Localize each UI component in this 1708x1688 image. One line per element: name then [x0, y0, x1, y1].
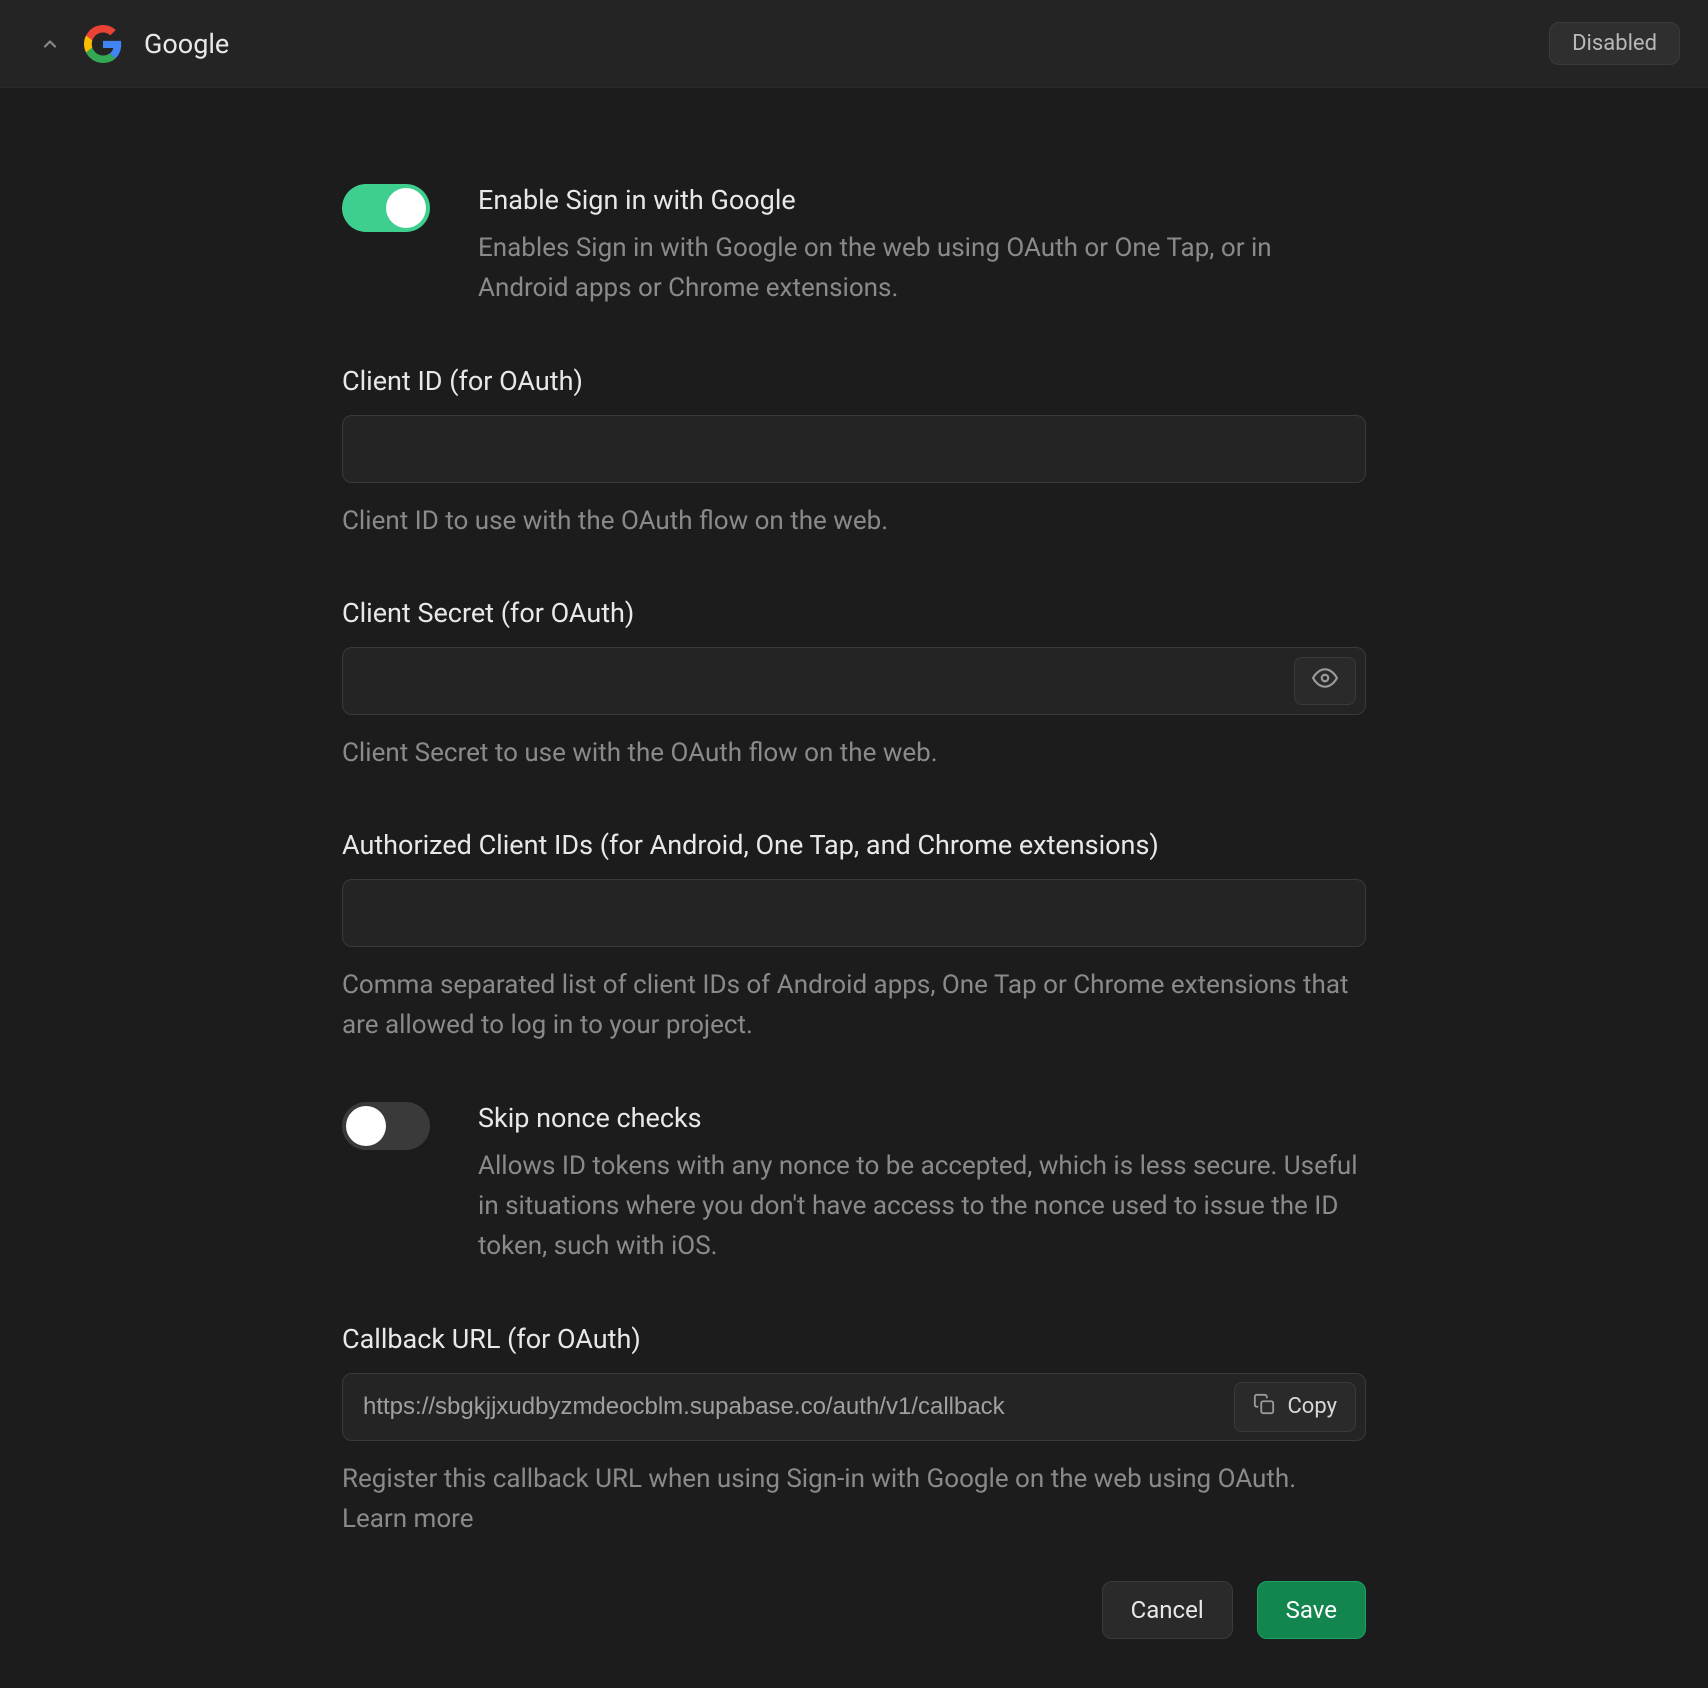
- callback-url-input-wrap: Copy: [342, 1373, 1366, 1441]
- skip-nonce-field: Skip nonce checks Allows ID tokens with …: [342, 1102, 1366, 1267]
- authorized-ids-help: Comma separated list of client IDs of An…: [342, 965, 1366, 1046]
- callback-url-input[interactable]: [342, 1373, 1366, 1441]
- enable-google-toggle[interactable]: [342, 184, 430, 232]
- client-secret-input[interactable]: [342, 647, 1366, 715]
- eye-icon: [1312, 665, 1338, 697]
- content: Enable Sign in with Google Enables Sign …: [0, 88, 1708, 1639]
- client-id-help: Client ID to use with the OAuth flow on …: [342, 501, 1366, 541]
- client-secret-help: Client Secret to use with the OAuth flow…: [342, 733, 1366, 773]
- authorized-ids-label: Authorized Client IDs (for Android, One …: [342, 829, 1366, 861]
- toggle-knob: [346, 1106, 386, 1146]
- provider-title: Google: [144, 28, 229, 60]
- client-id-field: Client ID (for OAuth) Client ID to use w…: [342, 365, 1366, 541]
- enable-google-desc: Enables Sign in with Google on the web u…: [478, 228, 1366, 309]
- client-secret-input-wrap: [342, 647, 1366, 715]
- client-id-input[interactable]: [342, 415, 1366, 483]
- settings-panel: Enable Sign in with Google Enables Sign …: [342, 184, 1366, 1639]
- enable-google-field: Enable Sign in with Google Enables Sign …: [342, 184, 1366, 309]
- callback-url-help: Register this callback URL when using Si…: [342, 1459, 1366, 1540]
- callback-url-label: Callback URL (for OAuth): [342, 1323, 1366, 1355]
- client-secret-label: Client Secret (for OAuth): [342, 597, 1366, 629]
- save-button[interactable]: Save: [1257, 1581, 1366, 1639]
- cancel-button[interactable]: Cancel: [1102, 1581, 1233, 1639]
- header-left: Google: [36, 25, 229, 63]
- copy-callback-button[interactable]: Copy: [1234, 1382, 1356, 1432]
- authorized-ids-input[interactable]: [342, 879, 1366, 947]
- copy-label: Copy: [1287, 1394, 1337, 1419]
- google-logo-icon: [84, 25, 122, 63]
- skip-nonce-text: Skip nonce checks Allows ID tokens with …: [478, 1102, 1366, 1267]
- callback-url-field: Callback URL (for OAuth) Copy Register t…: [342, 1323, 1366, 1540]
- skip-nonce-toggle[interactable]: [342, 1102, 430, 1150]
- form-actions: Cancel Save: [342, 1581, 1366, 1639]
- chevron-up-icon[interactable]: [36, 30, 64, 58]
- provider-header: Google Disabled: [0, 0, 1708, 88]
- client-id-label: Client ID (for OAuth): [342, 365, 1366, 397]
- enable-google-text: Enable Sign in with Google Enables Sign …: [478, 184, 1366, 309]
- enable-google-title: Enable Sign in with Google: [478, 184, 1366, 216]
- copy-icon: [1253, 1393, 1275, 1421]
- skip-nonce-title: Skip nonce checks: [478, 1102, 1366, 1134]
- client-secret-field: Client Secret (for OAuth) Client Secret …: [342, 597, 1366, 773]
- status-badge: Disabled: [1549, 22, 1680, 65]
- skip-nonce-desc: Allows ID tokens with any nonce to be ac…: [478, 1146, 1366, 1267]
- reveal-secret-button[interactable]: [1294, 657, 1356, 705]
- authorized-ids-field: Authorized Client IDs (for Android, One …: [342, 829, 1366, 1046]
- toggle-knob: [386, 188, 426, 228]
